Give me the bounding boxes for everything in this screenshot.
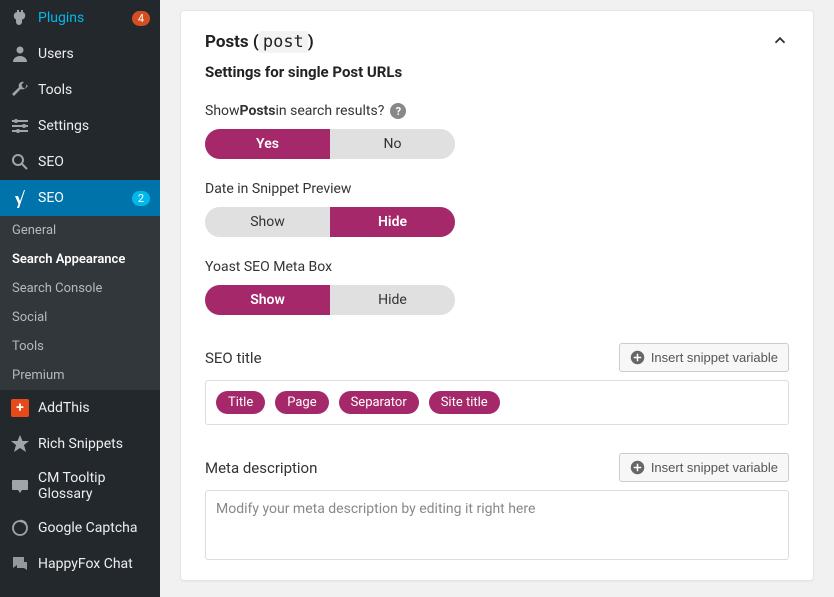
button-label: Insert snippet variable [651,460,778,475]
admin-sidebar: Plugins 4 Users Tools Settings SEO SEO 2… [0,0,160,597]
yoast-icon [10,188,30,208]
post-type-code: post [259,31,308,53]
date-snippet-toggle: Show Hide [205,207,455,237]
insert-snippet-button[interactable]: Insert snippet variable [619,343,789,372]
field-label: Yoast SEO Meta Box [205,259,789,275]
update-count-badge: 4 [132,11,150,26]
menu-happyfox[interactable]: HappyFox Chat [0,546,160,582]
content-area: Posts (post) Settings for single Post UR… [160,0,834,597]
menu-plugins[interactable]: Plugins 4 [0,0,160,36]
menu-cm-tooltip[interactable]: CM Tooltip Glossary [0,462,160,510]
field-label: Date in Snippet Preview [205,181,789,197]
notification-count-badge: 2 [132,191,150,206]
seo-title-label: SEO title [205,349,262,367]
plug-icon [10,8,30,28]
submenu-general[interactable]: General [0,216,160,245]
sliders-icon [10,116,30,136]
snippet-pill-title[interactable]: Title [216,391,265,414]
panel-subtitle: Settings for single Post URLs [205,63,789,81]
label-text: in search results? [276,103,385,119]
menu-label: Google Captcha [38,520,150,536]
menu-label: CM Tooltip Glossary [38,470,150,502]
toggle-show[interactable]: Show [205,207,330,237]
wrench-icon [10,80,30,100]
toggle-hide[interactable]: Hide [330,207,455,237]
label-strong: Posts [240,103,276,119]
menu-settings[interactable]: Settings [0,108,160,144]
help-icon[interactable]: ? [390,103,406,119]
menu-label: Users [38,46,150,62]
title-text: ) [308,32,314,52]
title-text: Posts ( [205,32,259,52]
meta-description-input[interactable]: Modify your meta description by editing … [205,490,789,560]
show-posts-field: Show Posts in search results? ? Yes No [205,103,789,159]
seo-title-input[interactable]: Title Page Separator Site title [205,380,789,425]
submenu-search-appearance[interactable]: Search Appearance [0,245,160,274]
user-icon [10,44,30,64]
addthis-icon: + [10,398,30,418]
menu-label: Settings [38,118,150,134]
chat-icon [10,554,30,574]
tooltip-icon [10,476,30,496]
search-icon [10,152,30,172]
chevron-up-icon[interactable] [771,31,789,53]
meta-box-field: Yoast SEO Meta Box Show Hide [205,259,789,315]
panel-header[interactable]: Posts (post) [205,31,789,53]
menu-label: SEO [38,154,150,170]
menu-label: Tools [38,82,150,98]
insert-snippet-button[interactable]: Insert snippet variable [619,453,789,482]
posts-panel: Posts (post) Settings for single Post UR… [180,10,814,581]
snippet-pill-sitetitle[interactable]: Site title [429,391,500,414]
submenu-premium[interactable]: Premium [0,361,160,390]
toggle-hide[interactable]: Hide [330,285,455,315]
menu-google-captcha[interactable]: Google Captcha [0,510,160,546]
star-icon [10,434,30,454]
meta-description-section: Meta description Insert snippet variable… [205,453,789,560]
toggle-yes[interactable]: Yes [205,129,330,159]
panel-title: Posts (post) [205,32,314,52]
menu-label: Rich Snippets [38,436,150,452]
date-snippet-field: Date in Snippet Preview Show Hide [205,181,789,237]
plus-circle-icon [630,460,645,475]
plus-circle-icon [630,350,645,365]
snippet-pill-page[interactable]: Page [275,391,328,414]
menu-label: Plugins [38,10,128,26]
menu-seo-search[interactable]: SEO [0,144,160,180]
recaptcha-icon [10,518,30,538]
menu-tools[interactable]: Tools [0,72,160,108]
meta-box-toggle: Show Hide [205,285,455,315]
submenu-tools[interactable]: Tools [0,332,160,361]
toggle-show[interactable]: Show [205,285,330,315]
snippet-pill-separator[interactable]: Separator [339,391,419,414]
menu-label: AddThis [38,400,150,416]
label-text: Show [205,103,240,119]
toggle-no[interactable]: No [330,129,455,159]
menu-yoast-seo[interactable]: SEO 2 [0,180,160,216]
menu-label: SEO [38,190,128,206]
menu-rich-snippets[interactable]: Rich Snippets [0,426,160,462]
submenu-social[interactable]: Social [0,303,160,332]
meta-desc-label: Meta description [205,459,317,477]
show-posts-toggle: Yes No [205,129,455,159]
button-label: Insert snippet variable [651,350,778,365]
menu-users[interactable]: Users [0,36,160,72]
seo-title-section: SEO title Insert snippet variable Title … [205,343,789,425]
menu-label: HappyFox Chat [38,556,150,572]
field-label: Show Posts in search results? ? [205,103,789,119]
menu-addthis[interactable]: + AddThis [0,390,160,426]
yoast-submenu: General Search Appearance Search Console… [0,216,160,390]
submenu-search-console[interactable]: Search Console [0,274,160,303]
